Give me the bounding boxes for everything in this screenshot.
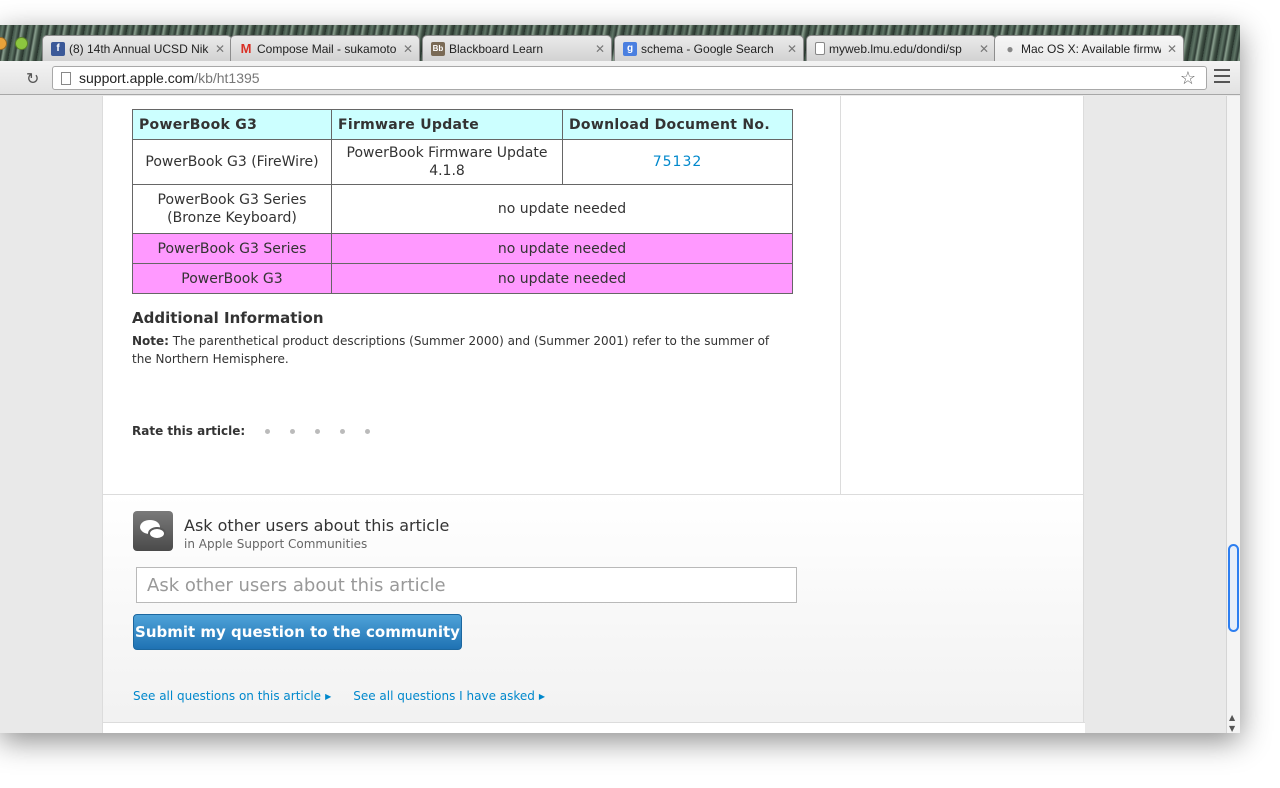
reload-icon[interactable]: ↻	[26, 69, 39, 88]
rating-dot-4[interactable]	[340, 428, 346, 434]
column-header: PowerBook G3	[132, 109, 332, 140]
close-window-button[interactable]	[0, 37, 7, 50]
browser-window: f (8) 14th Annual UCSD Nik ✕ M Compose M…	[0, 25, 1240, 733]
tab-google-search[interactable]: g schema - Google Search ✕	[614, 35, 804, 61]
vertical-scrollbar[interactable]: ▲ ▼	[1226, 96, 1240, 733]
arrow-right-icon: ▶	[325, 692, 332, 701]
table-row: PowerBook G3 no update needed	[132, 263, 793, 294]
community-links: See all questions on this article ▶ See a…	[133, 689, 545, 703]
blackboard-icon: Bb	[431, 41, 445, 56]
chat-bubbles-icon	[133, 511, 173, 551]
table-header-row: PowerBook G3 Firmware Update Download Do…	[132, 109, 793, 140]
submit-question-button[interactable]: Submit my question to the community	[133, 614, 462, 650]
tab-title: myweb.lmu.edu/dondi/sp	[829, 41, 962, 56]
update-cell: PowerBook Firmware Update 4.1.8	[331, 139, 563, 185]
table-row: PowerBook G3 (FireWire) PowerBook Firmwa…	[132, 139, 793, 185]
model-cell: PowerBook G3	[132, 263, 332, 294]
scroll-down-arrow-icon[interactable]: ▼	[1229, 724, 1235, 733]
menu-icon[interactable]	[1214, 69, 1230, 83]
arrow-right-icon: ▶	[538, 692, 546, 701]
apple-icon: ●	[1006, 41, 1014, 56]
tab-strip: f (8) 14th Annual UCSD Nik ✕ M Compose M…	[0, 25, 1240, 61]
google-icon: g	[623, 41, 637, 56]
close-tab-icon[interactable]: ✕	[1167, 42, 1177, 56]
address-bar[interactable]: support.apple.com/kb/ht1395 ☆	[52, 66, 1207, 90]
see-all-questions-link[interactable]: See all questions on this article ▶	[133, 689, 331, 703]
model-cell: PowerBook G3 Series (Bronze Keyboard)	[132, 184, 332, 234]
window-controls	[0, 37, 28, 50]
community-section: Ask other users about this article in Ap…	[103, 494, 1083, 733]
link-label: See all questions I have asked	[353, 689, 535, 703]
link-label: See all questions on this article	[133, 689, 322, 703]
rating-dot-3[interactable]	[315, 428, 321, 434]
close-tab-icon[interactable]: ✕	[403, 42, 413, 56]
rating-dot-2[interactable]	[290, 428, 296, 434]
footer-edge	[103, 722, 1085, 733]
scroll-up-arrow-icon[interactable]: ▲	[1229, 713, 1235, 722]
scrollbar-thumb[interactable]	[1228, 544, 1239, 632]
close-tab-icon[interactable]: ✕	[215, 42, 225, 56]
tab-apple-support[interactable]: ● Mac OS X: Available firmw ✕	[994, 35, 1184, 61]
page-icon	[61, 71, 71, 85]
note-text: The parenthetical product descriptions (…	[132, 334, 770, 366]
download-doc-link[interactable]: 75132	[653, 154, 703, 170]
bookmark-star-icon[interactable]: ☆	[1180, 68, 1196, 89]
url-host: support.apple.com	[79, 70, 195, 86]
tab-gmail[interactable]: M Compose Mail - sukamoto ✕	[230, 35, 420, 61]
note-paragraph: Note: The parenthetical product descript…	[132, 332, 782, 368]
community-subtitle: in Apple Support Communities	[184, 537, 368, 551]
model-cell: PowerBook G3 (FireWire)	[132, 139, 332, 185]
update-cell: no update needed	[331, 263, 793, 294]
page-viewport: PowerBook G3 Firmware Update Download Do…	[0, 96, 1226, 733]
tab-title: (8) 14th Annual UCSD Nik	[69, 41, 209, 56]
rate-article: Rate this article:	[132, 424, 371, 438]
update-cell: no update needed	[331, 184, 793, 234]
note-label: Note:	[132, 334, 169, 348]
url-path: /kb/ht1395	[194, 70, 260, 86]
desktop: f (8) 14th Annual UCSD Nik ✕ M Compose M…	[0, 0, 1280, 788]
see-my-questions-link[interactable]: See all questions I have asked ▶	[353, 689, 545, 703]
rate-label: Rate this article:	[132, 424, 246, 438]
facebook-icon: f	[51, 41, 65, 56]
close-tab-icon[interactable]: ✕	[787, 42, 797, 56]
table-row: PowerBook G3 Series (Bronze Keyboard) no…	[132, 184, 793, 234]
sidebar-divider	[840, 96, 841, 494]
tab-lmu[interactable]: myweb.lmu.edu/dondi/sp ✕	[806, 35, 996, 61]
column-header: Download Document No.	[562, 109, 793, 140]
rating-dot-1[interactable]	[265, 428, 271, 434]
additional-info-heading: Additional Information	[132, 309, 324, 327]
tab-title: Blackboard Learn	[449, 41, 544, 56]
ask-question-input[interactable]	[136, 567, 797, 603]
close-tab-icon[interactable]: ✕	[595, 42, 605, 56]
firmware-table: PowerBook G3 Firmware Update Download Do…	[132, 109, 793, 294]
doc-cell: 75132	[562, 139, 793, 185]
zoom-window-button[interactable]	[15, 37, 28, 50]
gmail-icon: M	[240, 41, 252, 56]
article-page: PowerBook G3 Firmware Update Download Do…	[102, 96, 1085, 733]
table-row: PowerBook G3 Series no update needed	[132, 233, 793, 264]
model-cell: PowerBook G3 Series	[132, 233, 332, 264]
tab-facebook[interactable]: f (8) 14th Annual UCSD Nik ✕	[42, 35, 232, 61]
close-tab-icon[interactable]: ✕	[979, 42, 989, 56]
browser-toolbar: ↻ support.apple.com/kb/ht1395 ☆	[0, 61, 1240, 95]
tab-title: Compose Mail - sukamoto	[257, 41, 397, 56]
update-cell: no update needed	[331, 233, 793, 264]
tab-blackboard[interactable]: Bb Blackboard Learn ✕	[422, 35, 612, 61]
rating-dot-5[interactable]	[365, 428, 371, 434]
column-header: Firmware Update	[331, 109, 563, 140]
community-title: Ask other users about this article	[184, 516, 450, 535]
tab-title: Mac OS X: Available firmw	[1021, 41, 1161, 56]
tab-title: schema - Google Search	[641, 41, 774, 56]
page-icon	[815, 42, 825, 55]
